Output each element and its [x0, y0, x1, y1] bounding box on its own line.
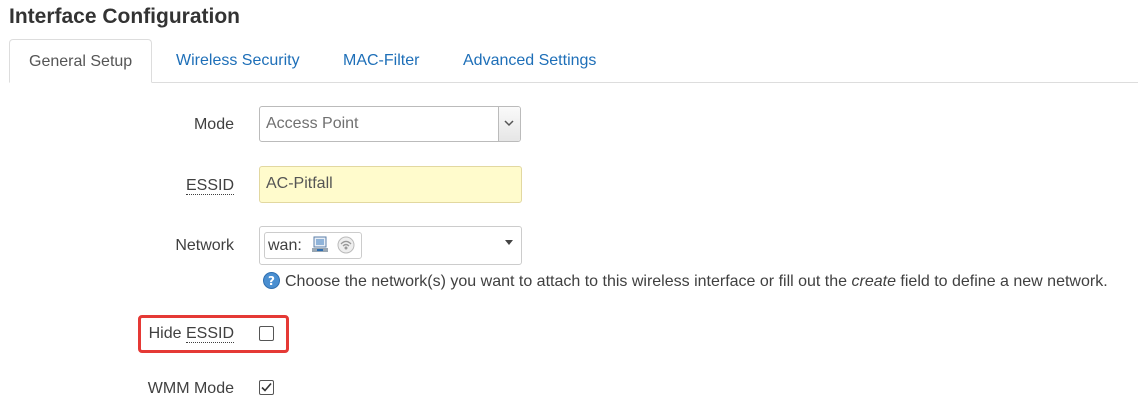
tab-bar: General Setup Wireless Security MAC-Filt…	[9, 39, 1138, 83]
tab-general-setup[interactable]: General Setup	[9, 39, 153, 83]
checkmark-icon	[261, 382, 272, 392]
mode-dropdown-button[interactable]	[498, 107, 520, 141]
essid-label: ESSID	[94, 176, 234, 196]
caret-down-icon[interactable]	[505, 240, 513, 246]
wmm-mode-label: WMM Mode	[147, 380, 234, 397]
network-chip-wan[interactable]: wan:	[264, 232, 362, 259]
network-select[interactable]: wan:	[259, 226, 522, 265]
ethernet-port-icon	[312, 236, 328, 252]
essid-input[interactable]: AC-Pitfall	[259, 166, 522, 203]
mode-select[interactable]: Access Point	[259, 106, 521, 142]
wireless-icon	[337, 236, 355, 254]
hint-text-create: create	[851, 273, 896, 290]
tab-mac-filter[interactable]: MAC-Filter	[343, 39, 419, 82]
wmm-mode-checkbox[interactable]	[259, 380, 274, 395]
hint-text-before: Choose the network(s) you want to attach…	[285, 273, 852, 290]
tab-advanced-settings[interactable]: Advanced Settings	[463, 39, 596, 82]
essid-label-text: ESSID	[185, 177, 234, 195]
essid-value: AC-Pitfall	[266, 175, 333, 192]
network-chip-label: wan:	[268, 237, 302, 254]
page-title: Interface Configuration	[9, 5, 241, 28]
mode-label: Mode	[193, 116, 234, 133]
svg-text:?: ?	[268, 274, 275, 288]
highlight-box	[138, 315, 289, 353]
chevron-down-icon	[504, 120, 514, 127]
tab-wireless-security[interactable]: Wireless Security	[176, 39, 300, 82]
hint-text-after: field to define a new network.	[895, 273, 1108, 290]
network-label: Network	[175, 237, 234, 254]
help-icon: ?	[263, 272, 280, 289]
network-hint: ? Choose the network(s) you want to atta…	[263, 272, 1108, 292]
mode-value: Access Point	[266, 115, 359, 132]
